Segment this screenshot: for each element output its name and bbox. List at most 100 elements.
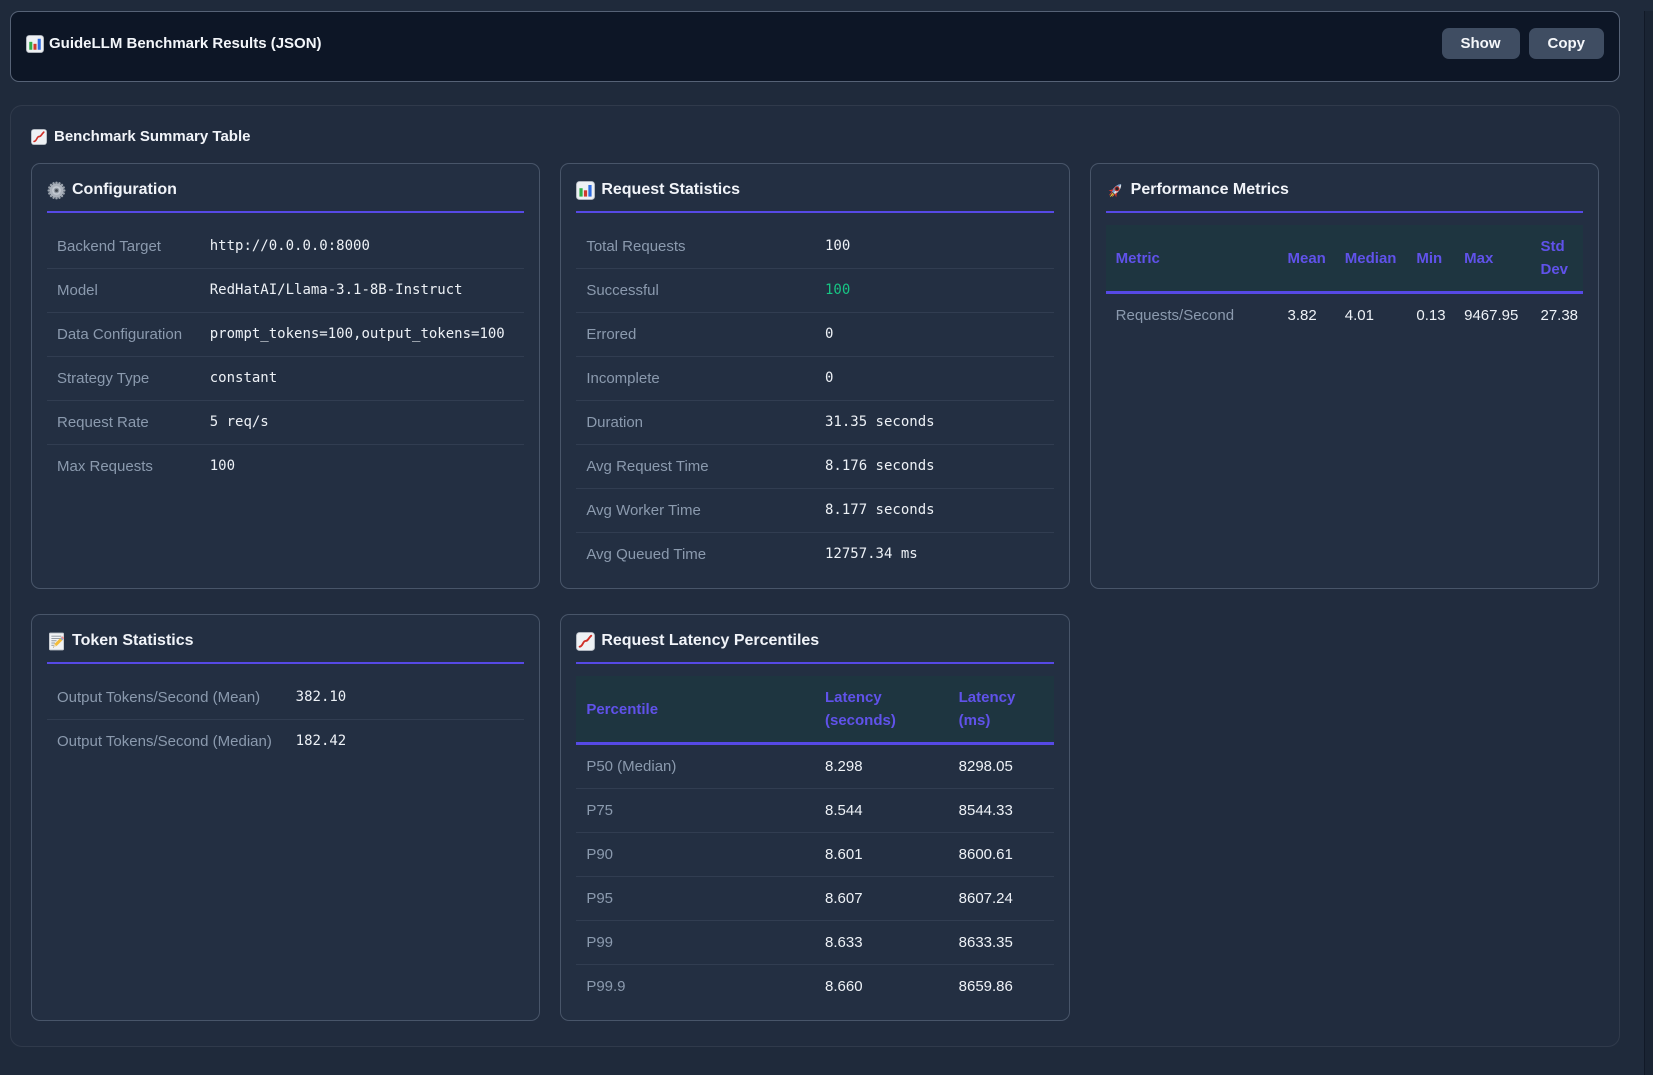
request-statistics-table: Total Requests100Successful100Errored0In… — [576, 225, 1053, 576]
table-row: Avg Queued Time12757.34 ms — [576, 533, 1053, 577]
row-value: 100 — [200, 445, 525, 489]
copy-button[interactable]: Copy — [1529, 28, 1605, 59]
table-row: ModelRedHatAI/Llama-3.1-8B-Instruct — [47, 269, 524, 313]
row-label: P50 (Median) — [576, 744, 815, 789]
column-header: Max — [1454, 225, 1530, 293]
table-row: P958.6078607.24 — [576, 877, 1053, 921]
table-row: P99.98.6608659.86 — [576, 965, 1053, 1009]
request-statistics-card: Request Statistics Total Requests100Succ… — [560, 163, 1069, 589]
memo-icon — [47, 632, 66, 651]
cell: 8607.24 — [949, 877, 1054, 921]
row-value: 0 — [815, 357, 1054, 401]
configuration-table: Backend Targethttp://0.0.0.0:8000ModelRe… — [47, 225, 524, 488]
bar-chart-icon — [576, 181, 595, 200]
cell: 8633.35 — [949, 921, 1054, 965]
row-label: P90 — [576, 833, 815, 877]
cell: 9467.95 — [1454, 293, 1530, 338]
section-heading-text: Benchmark Summary Table — [54, 126, 250, 147]
row-label: Incomplete — [576, 357, 815, 401]
card-title-text: Request Latency Percentiles — [601, 630, 819, 652]
row-label: Total Requests — [576, 225, 815, 269]
table-row: Successful100 — [576, 269, 1053, 313]
row-value: prompt_tokens=100,output_tokens=100 — [200, 313, 525, 357]
cell: 0.13 — [1406, 293, 1454, 338]
table-row: Strategy Typeconstant — [47, 357, 524, 401]
row-value: 5 req/s — [200, 401, 525, 445]
row-label: Max Requests — [47, 445, 200, 489]
row-value: 0 — [815, 313, 1054, 357]
card-title-text: Performance Metrics — [1131, 179, 1289, 201]
row-label: Errored — [576, 313, 815, 357]
row-value: 31.35 seconds — [815, 401, 1054, 445]
table-row: Total Requests100 — [576, 225, 1053, 269]
column-header: Latency (ms) — [949, 676, 1054, 744]
row-value: 100 — [815, 269, 1054, 313]
row-label: Requests/Second — [1106, 293, 1278, 338]
latency-percentiles-table: PercentileLatency (seconds)Latency (ms)P… — [576, 676, 1053, 1008]
table-row: Request Rate5 req/s — [47, 401, 524, 445]
cell: 8.544 — [815, 789, 949, 833]
token-statistics-table: Output Tokens/Second (Mean)382.10Output … — [47, 676, 524, 763]
row-label: P75 — [576, 789, 815, 833]
performance-metrics-card: Performance Metrics MetricMeanMedianMinM… — [1090, 163, 1599, 589]
table-row: Output Tokens/Second (Median)182.42 — [47, 720, 524, 764]
scrollbar-track[interactable] — [1644, 11, 1653, 1075]
card-title-text: Request Statistics — [601, 179, 740, 201]
table-header-row: PercentileLatency (seconds)Latency (ms) — [576, 676, 1053, 744]
row-value: 12757.34 ms — [815, 533, 1054, 577]
show-button[interactable]: Show — [1442, 28, 1520, 59]
row-label: Output Tokens/Second (Mean) — [47, 676, 286, 720]
table-header-row: MetricMeanMedianMinMaxStd Dev — [1106, 225, 1583, 293]
row-value: 100 — [815, 225, 1054, 269]
column-header: Metric — [1106, 225, 1278, 293]
bar-chart-icon — [26, 35, 44, 53]
table-row: Requests/Second3.824.010.139467.9527.38 — [1106, 293, 1583, 338]
table-row: P50 (Median)8.2988298.05 — [576, 744, 1053, 789]
section-heading: Benchmark Summary Table — [31, 126, 1599, 147]
row-label: Model — [47, 269, 200, 313]
cell: 8.298 — [815, 744, 949, 789]
cell: 8298.05 — [949, 744, 1054, 789]
row-value: 182.42 — [286, 720, 525, 764]
row-label: P95 — [576, 877, 815, 921]
table-row: P908.6018600.61 — [576, 833, 1053, 877]
row-label: Data Configuration — [47, 313, 200, 357]
row-label: Output Tokens/Second (Median) — [47, 720, 286, 764]
cell: 8659.86 — [949, 965, 1054, 1009]
column-header: Std Dev — [1530, 225, 1583, 293]
row-label: P99.9 — [576, 965, 815, 1009]
token-statistics-card: Token Statistics Output Tokens/Second (M… — [31, 614, 540, 1021]
table-row: Data Configurationprompt_tokens=100,outp… — [47, 313, 524, 357]
row-label: Avg Request Time — [576, 445, 815, 489]
latency-percentiles-card: Request Latency Percentiles PercentileLa… — [560, 614, 1069, 1021]
row-label: P99 — [576, 921, 815, 965]
app-title-group: GuideLLM Benchmark Results (JSON) — [26, 28, 322, 59]
header-actions: Show Copy — [1442, 28, 1605, 59]
table-row: Avg Worker Time8.177 seconds — [576, 489, 1053, 533]
cell: 8600.61 — [949, 833, 1054, 877]
row-value: RedHatAI/Llama-3.1-8B-Instruct — [200, 269, 525, 313]
table-row: Duration31.35 seconds — [576, 401, 1053, 445]
column-header: Median — [1335, 225, 1407, 293]
performance-metrics-table: MetricMeanMedianMinMaxStd DevRequests/Se… — [1106, 225, 1583, 337]
configuration-card-title: Configuration — [47, 179, 524, 213]
row-label: Successful — [576, 269, 815, 313]
table-row: P758.5448544.33 — [576, 789, 1053, 833]
card-title-text: Configuration — [72, 179, 177, 201]
table-row: Avg Request Time8.176 seconds — [576, 445, 1053, 489]
row-value: 8.177 seconds — [815, 489, 1054, 533]
row-label: Backend Target — [47, 225, 200, 269]
cell: 8.633 — [815, 921, 949, 965]
table-row: Backend Targethttp://0.0.0.0:8000 — [47, 225, 524, 269]
cell: 3.82 — [1278, 293, 1335, 338]
cell: 4.01 — [1335, 293, 1407, 338]
gear-icon — [47, 181, 66, 200]
latency-percentiles-card-title: Request Latency Percentiles — [576, 630, 1053, 664]
cell: 8.660 — [815, 965, 949, 1009]
row-value: 8.176 seconds — [815, 445, 1054, 489]
table-row: Output Tokens/Second (Mean)382.10 — [47, 676, 524, 720]
chart-increasing-icon — [31, 129, 47, 145]
table-row: P998.6338633.35 — [576, 921, 1053, 965]
request-statistics-card-title: Request Statistics — [576, 179, 1053, 213]
results-section: Benchmark Summary Table Configuration Ba… — [10, 105, 1620, 1047]
